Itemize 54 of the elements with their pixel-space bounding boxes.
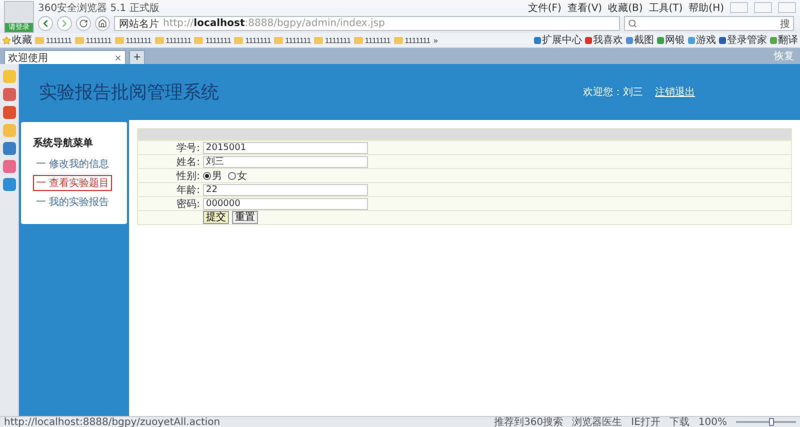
logout-link[interactable]: 注销退出 [655, 85, 695, 99]
status-url: http://localhost:8888/bgpy/zuoyetAll.action [4, 416, 220, 427]
zoom-level[interactable]: 100% [698, 416, 727, 427]
field-label: 密码: [176, 198, 201, 211]
radio-button[interactable] [203, 172, 211, 180]
toolbar-item[interactable]: 翻译 [770, 33, 798, 47]
address-field[interactable]: 网站名片 http://localhost:8888/bgpy/admin/index.jsp [114, 16, 620, 31]
window-title: 360安全浏览器 5.1 正式版 [38, 2, 160, 14]
toolbar-item[interactable]: 我喜欢 [585, 33, 623, 47]
home-button[interactable] [95, 16, 110, 31]
status-item[interactable]: 浏览器医生 [572, 415, 622, 427]
radio-button[interactable] [228, 172, 236, 180]
favorites-button[interactable]: 收藏 [2, 33, 32, 47]
zoom-slider-thumb[interactable] [769, 418, 774, 426]
toolbar-item[interactable]: 登录管家 [719, 33, 767, 47]
status-item[interactable]: IE打开 [631, 415, 660, 427]
menu-item[interactable]: 查看(V) [567, 0, 602, 14]
search-button[interactable]: 搜 [780, 16, 790, 30]
input-field[interactable]: 22 [203, 184, 368, 196]
menu-item[interactable]: 收藏(B) [608, 0, 643, 14]
nav-link[interactable]: 一 查看实验题目 [33, 175, 112, 191]
toolbar-item[interactable]: 游戏 [688, 33, 716, 47]
new-tab-button[interactable]: + [129, 50, 145, 64]
page-title: 实验报告批阅管理系统 [39, 81, 219, 104]
menu-item[interactable]: 帮助(H) [688, 0, 724, 14]
close-tab-icon[interactable] [114, 54, 122, 62]
welcome-text: 欢迎您：刘三 [583, 86, 643, 99]
input-field[interactable]: 000000 [203, 198, 368, 210]
toolbar-item[interactable]: 扩展中心 [534, 33, 582, 47]
status-item[interactable]: 下载 [669, 415, 690, 427]
menu-item[interactable]: 文件(F) [528, 0, 562, 14]
reset-button[interactable]: 重置 [232, 211, 258, 224]
search-field[interactable]: 搜 [624, 16, 794, 31]
browser-tab[interactable]: 欢迎使用 [4, 50, 126, 64]
home-icon[interactable] [98, 19, 107, 28]
search-icon [628, 19, 637, 28]
refresh-button[interactable] [76, 16, 91, 31]
toolbar-item[interactable]: 截图 [626, 33, 654, 47]
radio-option[interactable]: 女 [228, 169, 247, 183]
toolbar-item[interactable]: 网银 [657, 33, 685, 47]
status-item[interactable]: 推荐到360搜索 [494, 415, 564, 427]
nav-heading: 系统导航菜单 [33, 136, 94, 150]
input-field[interactable]: 2015001 [203, 142, 368, 154]
radio-option[interactable]: 男 [203, 169, 222, 183]
field-label: 姓名: [176, 156, 201, 169]
field-label: 年龄: [176, 184, 201, 197]
nav-link[interactable]: 一 我的实验报告 [33, 194, 112, 210]
menu-item[interactable]: 工具(T) [648, 0, 683, 14]
submit-button[interactable]: 提交 [203, 211, 229, 224]
refresh-icon[interactable] [79, 19, 88, 28]
field-label: 性别: [175, 170, 201, 183]
input-field[interactable]: 刘三 [203, 156, 368, 168]
nav-link[interactable]: 一 修改我的信息 [33, 156, 112, 172]
field-label: 学号: [176, 142, 201, 155]
